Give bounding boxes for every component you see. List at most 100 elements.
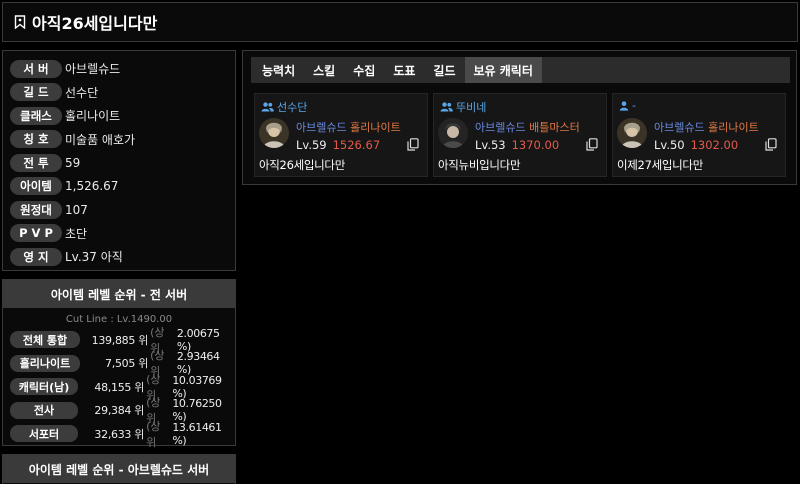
tab-owned-characters[interactable]: 보유 캐릭터 [464, 57, 542, 83]
card-character-name: 아직26세입니다만 [259, 158, 345, 172]
rank-percent: 2.93464 %) [176, 350, 220, 377]
info-label: 클래스 [10, 106, 62, 125]
character-info-panel: 서 버 아브렐슈드 길 드 선수단 클래스 홀리나이트 칭 호 미술품 애호가 전 투5… [2, 50, 236, 271]
rank-value: 48,155 위 [94, 380, 145, 394]
rank-label: 캐릭터(남) [10, 378, 79, 396]
rank-value: 32,633 위 [94, 427, 145, 441]
rank-label: 서포터 [10, 425, 79, 443]
info-value: Lv.37 아직 [65, 250, 123, 265]
copy-icon[interactable] [586, 138, 598, 151]
rank-row: 홀리나이트 7,505 위 (상위 2.93464 %) [3, 349, 235, 378]
card-guild: 선수단 [261, 99, 307, 115]
card-class: 홀리나이트 [350, 121, 401, 134]
rank-row: 전사 29,384 위 (상위 10.76250 %) [3, 396, 235, 425]
card-guild-name: 뚜비네 [456, 101, 487, 114]
card-guild: - [619, 99, 636, 112]
info-row-item-level: 아이템 1,526.67 [10, 175, 235, 199]
copy-icon[interactable] [407, 138, 419, 151]
rank-percent: 13.61461 %) [172, 420, 222, 447]
info-value: 미술품 애호가 [65, 132, 136, 147]
title-bar: 아직26세입니다만 [2, 2, 798, 42]
info-row-estate: 영 지 Lv.37 아직 [10, 245, 235, 269]
rank-row: 전체 통합 139,885 위 (상위 2.00675 %) [3, 326, 235, 355]
character-portrait [259, 118, 289, 148]
character-card[interactable]: 선수단 아브렐슈드 홀리나이트 Lv.59 1526.67 아직26세입니다만 [254, 93, 428, 177]
info-value: 1,526.67 [65, 179, 119, 194]
card-level-line: Lv.59 1526.67 [296, 138, 380, 152]
main-panel: 능력치 스킬 수집 도표 길드 보유 캐릭터 선수단 아브렐슈드 홀리나이트 L… [242, 50, 797, 185]
card-level-line: Lv.53 1370.00 [475, 138, 559, 152]
tab-guild[interactable]: 길드 [424, 57, 464, 83]
info-value: 59 [65, 155, 81, 170]
rank-percent: 2.00675 %) [176, 326, 220, 353]
card-server: 아브렐슈드 [654, 121, 705, 134]
rank-panel-title: 아이템 레벨 순위 - 아브렐슈드 서버 [3, 455, 235, 483]
info-value: 선수단 [65, 85, 99, 100]
info-label: 칭 호 [10, 130, 62, 149]
info-value: 홀리나이트 [65, 109, 121, 124]
card-level: Lv.59 [296, 138, 327, 152]
info-label: 영 지 [10, 247, 62, 266]
info-label: 원정대 [10, 200, 62, 219]
rank-row: 캐릭터(남) 48,155 위 (상위 10.03769 %) [3, 373, 235, 402]
rank-row: 서포터 32,633 위 (상위 13.61461 %) [3, 420, 235, 449]
rank-panel-title: 아이템 레벨 순위 - 전 서버 [3, 280, 235, 308]
character-card[interactable]: - 아브렐슈드 홀리나이트 Lv.50 1302.00 이제27세입니다만 [612, 93, 786, 177]
card-guild-name: - [632, 99, 636, 112]
rank-label: 전사 [10, 401, 79, 419]
users-icon [261, 102, 274, 112]
card-item-level: 1302.00 [690, 138, 739, 152]
character-portrait [617, 118, 647, 148]
info-row-pvp: P V P 초단 [10, 222, 235, 246]
rank-label: 홀리나이트 [10, 354, 80, 372]
card-class-line: 아브렐슈드 배틀마스터 [475, 119, 580, 135]
card-guild-name: 선수단 [277, 101, 308, 114]
item-level-rank-all-panel: 아이템 레벨 순위 - 전 서버 Cut Line : Lv.1490.00 전… [2, 279, 236, 449]
rank-value: 7,505 위 [105, 357, 149, 371]
info-label: 길 드 [10, 83, 62, 102]
card-class: 홀리나이트 [708, 121, 759, 134]
rank-label: 전체 통합 [10, 331, 80, 349]
card-class-line: 아브렐슈드 홀리나이트 [296, 119, 401, 135]
info-row-guild: 길 드 선수단 [10, 81, 235, 105]
character-card[interactable]: 뚜비네 아브렐슈드 배틀마스터 Lv.53 1370.00 아직뉴비입니다만 [433, 93, 607, 177]
tab-collection[interactable]: 수집 [344, 57, 384, 83]
card-server: 아브렐슈드 [475, 121, 526, 134]
card-level: Lv.53 [475, 138, 506, 152]
tab-stats[interactable]: 능력치 [253, 57, 304, 83]
card-guild: 뚜비네 [440, 99, 486, 115]
card-item-level: 1370.00 [511, 138, 560, 152]
character-title: 아직26세입니다만 [32, 14, 158, 33]
info-label: 전 투 [10, 153, 62, 172]
tab-skills[interactable]: 스킬 [304, 57, 344, 83]
rank-value: 29,384 위 [94, 404, 145, 418]
card-server: 아브렐슈드 [296, 121, 347, 134]
card-level: Lv.50 [654, 138, 685, 152]
info-label: P V P [10, 224, 62, 243]
rank-percent: 10.76250 %) [172, 397, 222, 424]
card-class: 배틀마스터 [529, 121, 580, 134]
info-row-combat: 전 투 59 [10, 151, 235, 175]
card-character-name: 아직뉴비입니다만 [438, 158, 521, 172]
user-icon [619, 100, 629, 111]
tab-bar: 능력치 스킬 수집 도표 길드 보유 캐릭터 [251, 57, 790, 83]
rank-percent: 10.03769 %) [172, 373, 222, 400]
card-item-level: 1526.67 [332, 138, 381, 152]
card-class-line: 아브렐슈드 홀리나이트 [654, 119, 759, 135]
card-level-line: Lv.50 1302.00 [654, 138, 738, 152]
info-value: 아브렐슈드 [65, 62, 121, 77]
info-value: 초단 [65, 226, 88, 241]
rank-value: 139,885 위 [91, 333, 149, 347]
info-row-expedition: 원정대 107 [10, 198, 235, 222]
bookmark-icon[interactable] [14, 15, 26, 29]
info-value: 107 [65, 202, 88, 217]
info-row-class: 클래스 홀리나이트 [10, 104, 235, 128]
card-character-name: 이제27세입니다만 [617, 158, 703, 172]
item-level-rank-server-panel: 아이템 레벨 순위 - 아브렐슈드 서버 [2, 454, 236, 484]
info-row-server: 서 버 아브렐슈드 [10, 57, 235, 81]
copy-icon[interactable] [765, 138, 777, 151]
rank-percent-label: (상위 [146, 419, 161, 449]
tab-charts[interactable]: 도표 [384, 57, 424, 83]
character-portrait [438, 118, 468, 148]
info-row-title: 칭 호 미술품 애호가 [10, 128, 235, 152]
